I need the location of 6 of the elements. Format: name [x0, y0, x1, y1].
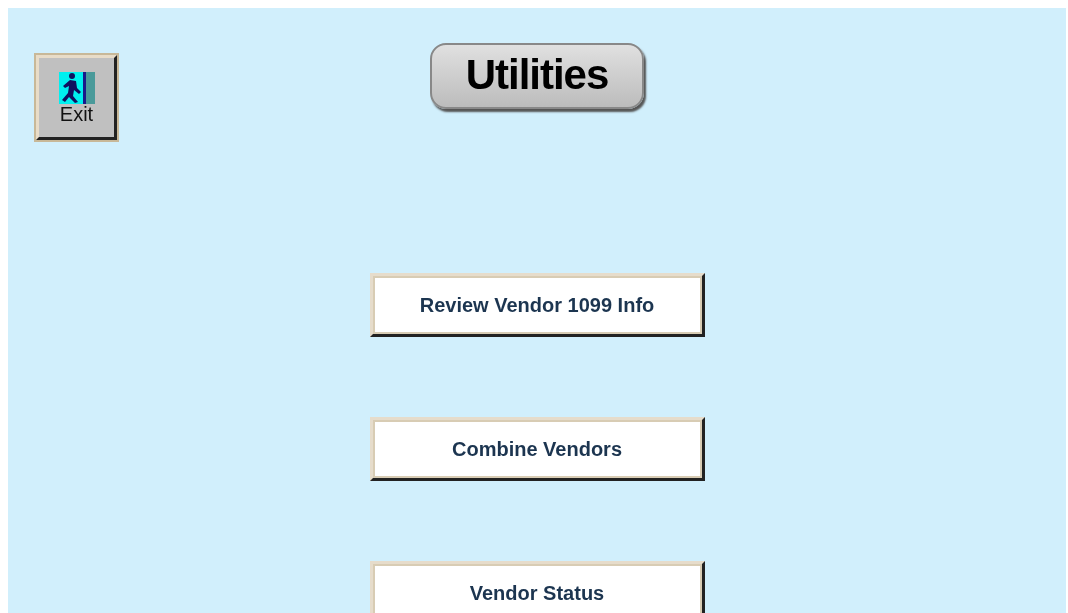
page-title: Utilities	[429, 43, 645, 109]
menu-button[interactable]: Vendor Status	[369, 561, 705, 613]
menu-button[interactable]: Combine Vendors	[369, 417, 705, 481]
exit-button[interactable]: Exit	[36, 55, 117, 140]
running-man-icon	[58, 71, 95, 104]
menu-button[interactable]: Review Vendor 1099 Info	[369, 273, 705, 337]
